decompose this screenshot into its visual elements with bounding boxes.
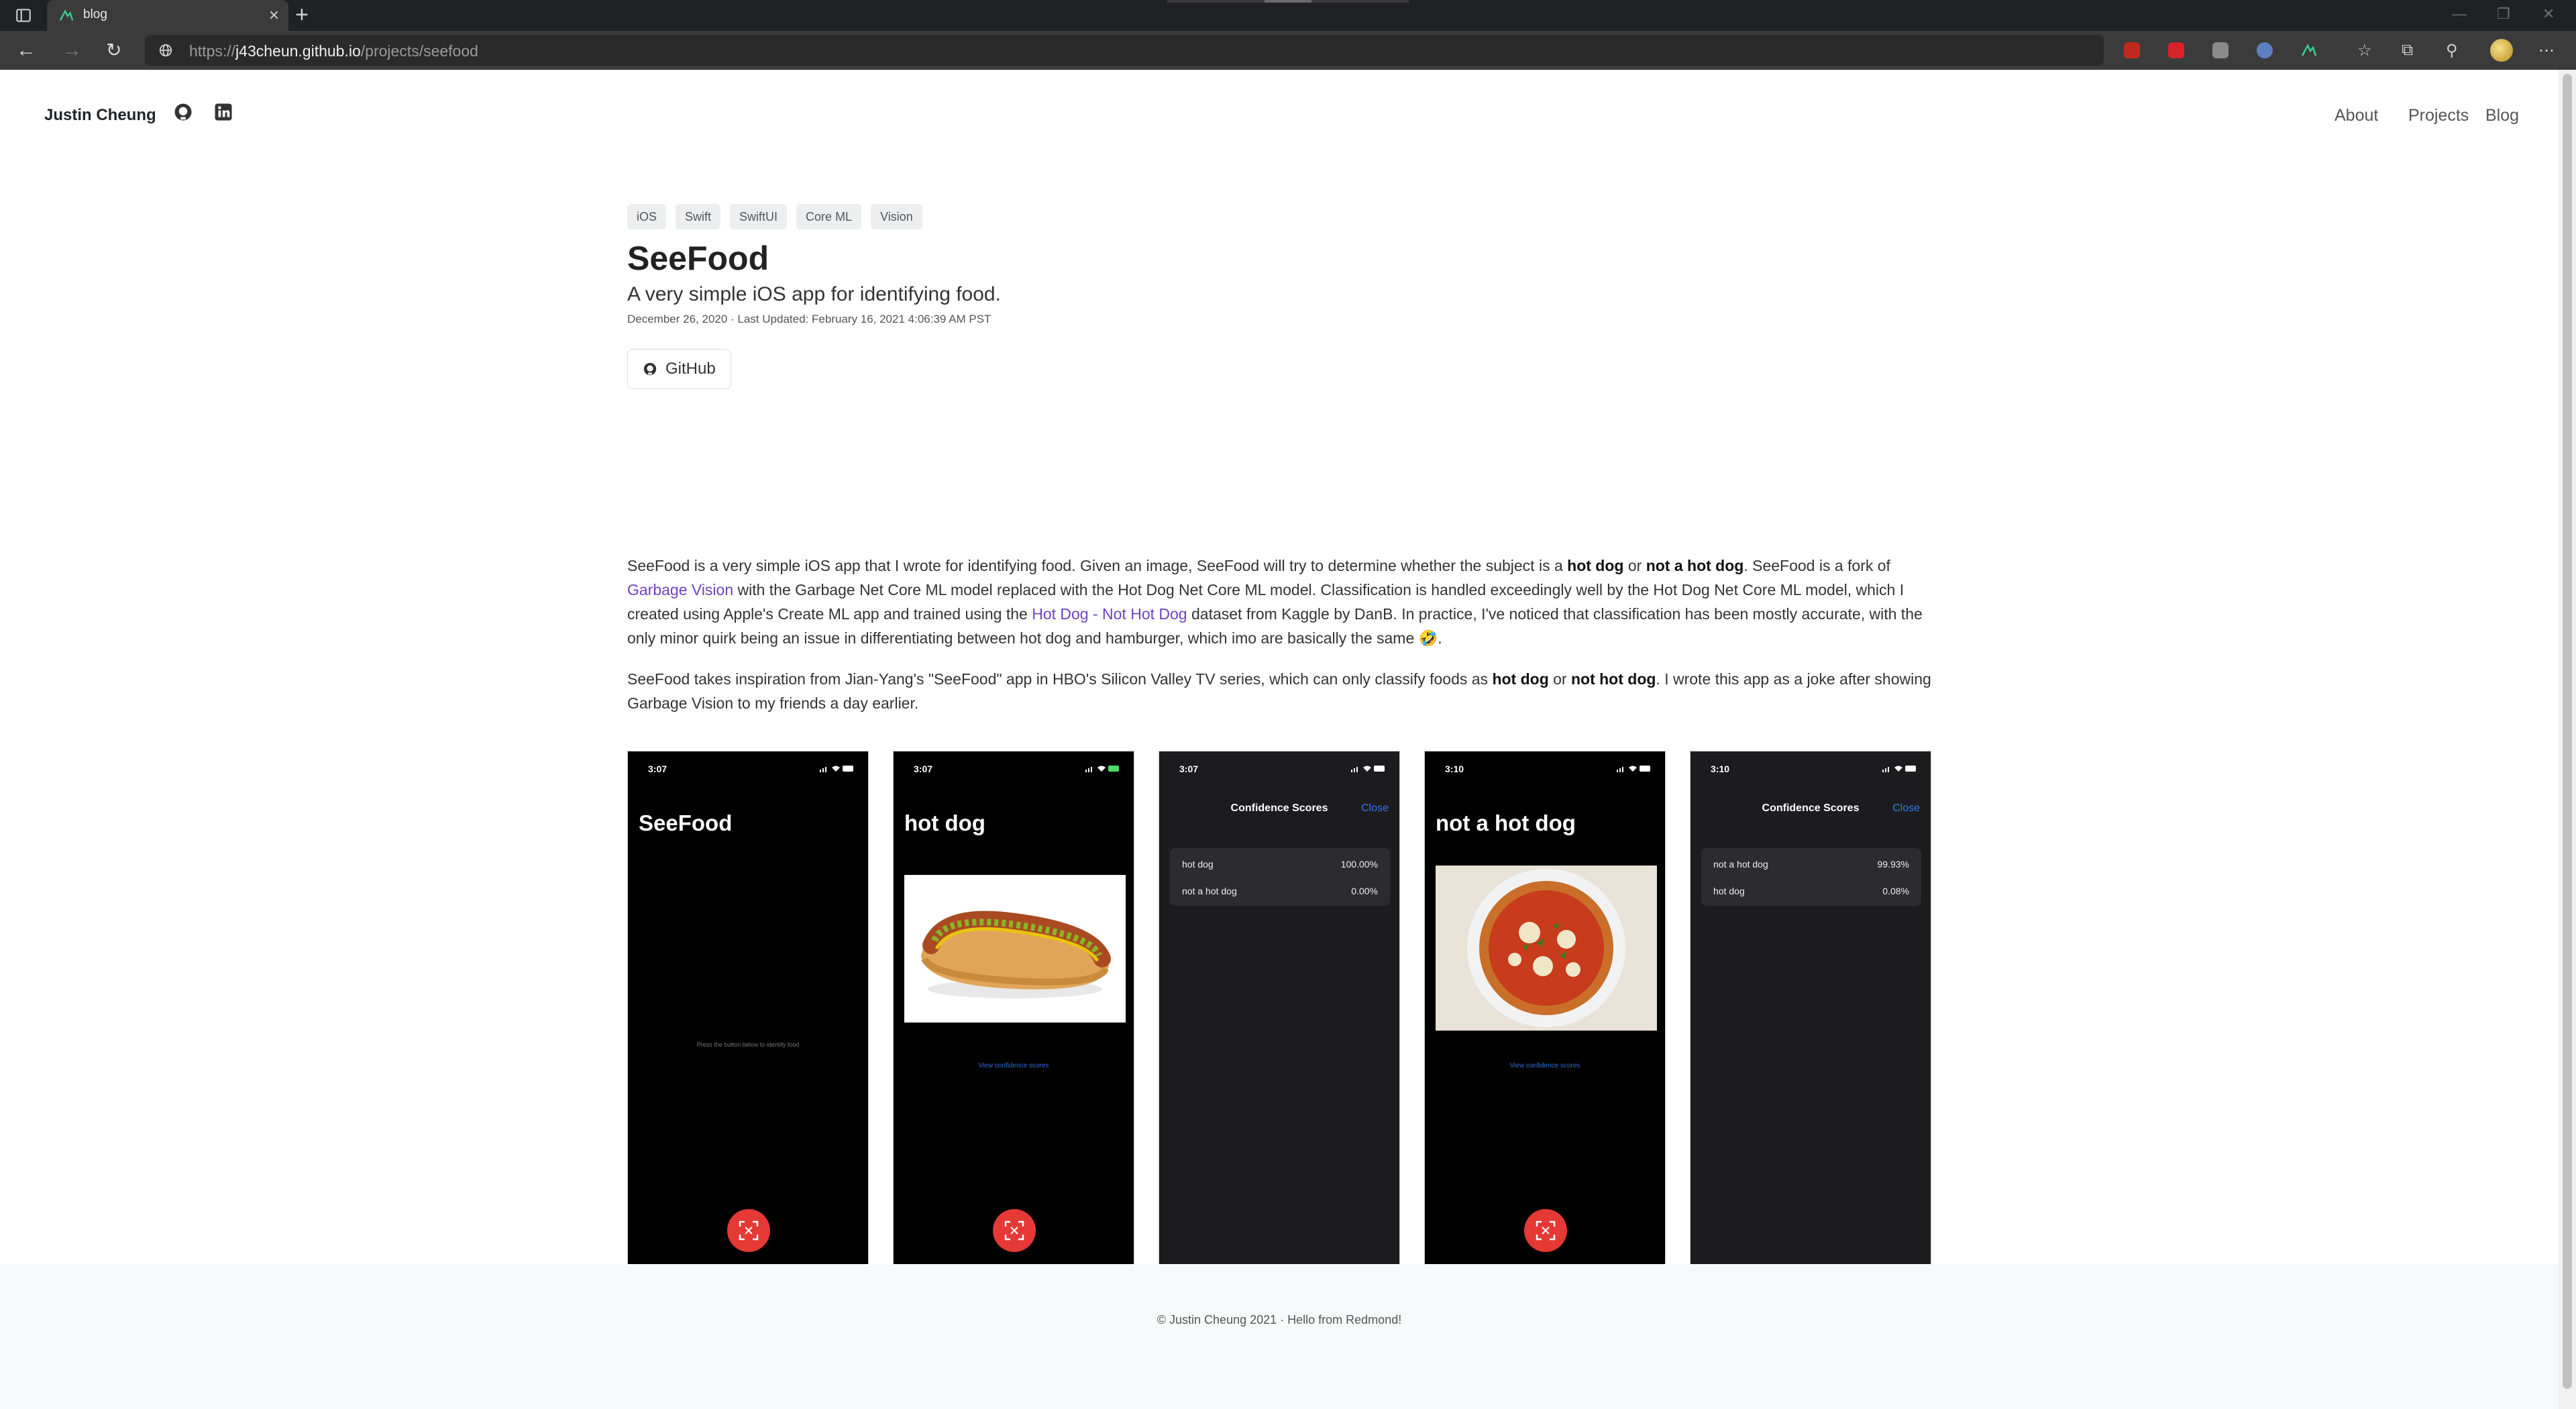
screenshot-confidence-not-hot-dog: 3:10 Confidence Scores Close not a hot d… [1690,751,1931,1275]
viewfinder-icon [739,1220,759,1241]
browser-toolbar: ← → ↻ https://j43cheun.github.io/project… [0,31,2576,70]
rofl-emoji-icon: 🤣 [1418,629,1438,647]
result-title: not a hot dog [1436,811,1576,835]
instruction-text: Press the button below to identify food [696,1041,800,1048]
profile-avatar[interactable] [2490,39,2513,62]
github-icon [643,362,657,376]
reload-icon[interactable]: ↻ [106,40,121,60]
tag-list: iOS Swift SwiftUI Core ML Vision [627,204,922,231]
paragraph-inspiration: SeeFood takes inspiration from Jian-Yang… [627,670,1931,712]
status-icons [1085,766,1119,772]
new-tab-icon[interactable]: + [295,2,309,28]
tag-ios[interactable]: iOS [627,204,667,229]
linkedin-icon[interactable] [213,102,233,122]
view-confidence-scores-link[interactable]: View confidence scores [894,1062,1134,1069]
ublock-extension-icon[interactable] [2124,42,2140,58]
extension-gray-icon[interactable] [2212,42,2229,58]
screenshot-home: 3:07 SeeFood Press the button below to i… [627,751,869,1275]
address-bar[interactable]: https://j43cheun.github.io/projects/seef… [145,35,2104,66]
site-brand-link[interactable]: Justin Cheung [44,106,156,125]
nav-link-blog[interactable]: Blog [2485,106,2519,125]
identify-button[interactable] [727,1209,770,1252]
score-row: hot dog 100.00% [1182,859,1378,870]
viewfinder-icon [1004,1220,1024,1241]
post-title: SeeFood [627,240,769,277]
extension-blue-icon[interactable] [2257,42,2273,58]
screenshot-not-hot-dog: 3:10 not a hot dog View confidence score… [1424,751,1666,1275]
score-row: hot dog 0.08% [1713,886,1909,896]
status-icons [1617,766,1650,772]
app-title: SeeFood [639,811,733,835]
identify-button[interactable] [1524,1209,1567,1252]
extension-green-icon[interactable] [2301,42,2317,58]
site-navbar: Justin Cheung About Projects Blog [0,70,2559,158]
tag-swift[interactable]: Swift [676,204,721,229]
scores-list: hot dog 100.00% not a hot dog 0.00% [1170,848,1390,906]
tag-swiftui[interactable]: SwiftUI [730,204,788,229]
restore-icon[interactable]: ❐ [2497,5,2510,23]
sidebar-toggle-icon[interactable] [15,7,32,24]
back-icon[interactable]: ← [16,40,36,60]
status-icons [1351,766,1385,772]
hot-dog-image [904,875,1126,1023]
favorites-star-icon[interactable]: ☆ [2357,41,2372,60]
paragraph-intro: SeeFood is a very simple iOS app that I … [627,557,1923,647]
result-title: hot dog [904,811,985,835]
window-close-icon[interactable]: ✕ [2542,5,2555,23]
identify-button[interactable] [993,1209,1036,1252]
tab-close-icon[interactable]: × [269,5,279,25]
link-hot-dog-dataset[interactable]: Hot Dog - Not Hot Dog [1032,605,1187,623]
status-time: 3:07 [648,764,667,774]
tab-title: blog [83,7,107,21]
pizza-image [1436,866,1657,1031]
url-text: https://j43cheun.github.io/projects/seef… [189,42,478,60]
viewfinder-icon [1536,1220,1556,1241]
scrollbar-thumb[interactable] [2563,74,2572,1389]
collections-icon[interactable]: ⧉ [2402,41,2413,60]
screenshot-confidence-hot-dog: 3:07 Confidence Scores Close hot dog 100.… [1159,751,1400,1275]
more-menu-icon[interactable]: ⋯ [2538,41,2555,60]
browser-tab-bar: blog × + — ❐ ✕ [0,0,2576,31]
site-favicon-icon [59,9,74,21]
score-row: not a hot dog 99.93% [1713,859,1909,870]
footer-text: © Justin Cheung 2021 · Hello from Redmon… [1157,1313,1402,1326]
modal-close-button[interactable]: Close [1892,802,1920,815]
site-footer: © Justin Cheung 2021 · Hello from Redmon… [0,1264,2559,1409]
nav-link-projects[interactable]: Projects [2408,106,2469,125]
github-button[interactable]: GitHub [627,349,731,389]
scores-list: not a hot dog 99.93% hot dog 0.08% [1701,848,1921,906]
page-scrollbar[interactable] [2559,70,2576,1409]
minimize-icon[interactable]: — [2452,5,2467,23]
modal-close-button[interactable]: Close [1361,802,1389,815]
view-confidence-scores-link[interactable]: View confidence scores [1425,1062,1665,1069]
post-dates: December 26, 2020 · Last Updated: Februa… [627,313,991,325]
screenshot-hot-dog: 3:07 hot dog View confidence scores [893,751,1134,1275]
extension-red-icon[interactable] [2168,42,2184,58]
status-icons [820,766,853,772]
status-time: 3:10 [1445,764,1464,774]
nav-link-about[interactable]: About [2334,106,2378,125]
forward-icon[interactable]: → [62,40,82,60]
browser-tab[interactable]: blog × [47,0,288,31]
web-page: Justin Cheung About Projects Blog iOS Sw… [0,70,2559,1409]
status-time: 3:07 [1179,764,1199,774]
github-icon[interactable] [173,102,193,122]
status-icons [1882,766,1916,772]
github-button-label: GitHub [665,360,716,378]
window-drag-handle[interactable] [1167,0,1409,3]
status-time: 3:07 [914,764,933,774]
link-garbage-vision[interactable]: Garbage Vision [627,581,733,598]
tag-core-ml[interactable]: Core ML [796,204,862,229]
extensions-puzzle-icon[interactable]: ⚲ [2446,41,2458,60]
score-row: not a hot dog 0.00% [1182,886,1378,896]
post-subtitle: A very simple iOS app for identifying fo… [627,283,1001,305]
globe-icon [159,44,172,57]
app-screenshots: 3:07 SeeFood Press the button below to i… [627,751,1932,1277]
status-time: 3:10 [1711,764,1730,774]
tag-vision[interactable]: Vision [871,204,922,229]
